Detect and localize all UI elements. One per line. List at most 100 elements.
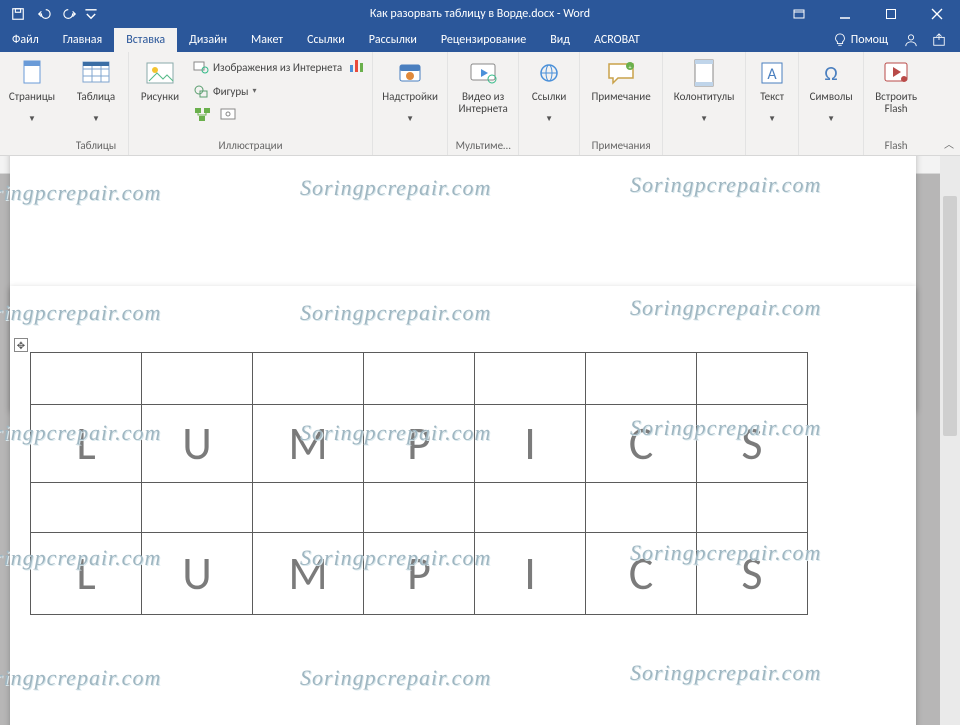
ribbon-tabs: Файл Главная Вставка Дизайн Макет Ссылки… bbox=[0, 28, 960, 52]
header-footer-button[interactable]: Колонтитулы ▼ bbox=[667, 54, 741, 122]
table-cell[interactable]: M bbox=[253, 533, 364, 615]
online-video-button[interactable]: Видео изИнтернета bbox=[452, 54, 514, 115]
chevron-down-icon: ▼ bbox=[768, 116, 776, 122]
table-cell[interactable]: I bbox=[475, 533, 586, 615]
online-pictures-icon bbox=[193, 59, 209, 75]
tab-insert[interactable]: Вставка bbox=[114, 28, 177, 52]
table-button[interactable]: Таблица ▼ bbox=[68, 54, 124, 122]
group-symbols: Ω Символы ▼ bbox=[799, 52, 864, 155]
group-pages: Страницы ▼ bbox=[0, 52, 64, 155]
tab-view[interactable]: Вид bbox=[538, 28, 582, 52]
svg-text:Ω: Ω bbox=[824, 62, 837, 86]
maximize-button[interactable] bbox=[868, 0, 914, 28]
smartart-icon bbox=[194, 107, 212, 123]
ribbon: Страницы ▼ Таблица ▼ Таблицы Рисунки bbox=[0, 52, 960, 156]
table-cell[interactable]: S bbox=[697, 405, 808, 483]
table-cell[interactable]: U bbox=[142, 405, 253, 483]
page-wrap[interactable]: ✥ L U M P I C S L U M P I bbox=[0, 156, 936, 725]
table-cell[interactable]: C bbox=[586, 533, 697, 615]
online-pictures-button[interactable]: Изображения из Интернета bbox=[189, 56, 346, 78]
screenshot-button[interactable] bbox=[217, 104, 241, 126]
text-button[interactable]: A Текст ▼ bbox=[750, 54, 794, 122]
pages-icon bbox=[18, 56, 46, 90]
shapes-button[interactable]: Фигуры ▾ bbox=[189, 80, 346, 102]
redo-button[interactable] bbox=[58, 3, 82, 25]
screenshot-icon bbox=[220, 107, 238, 123]
table-icon bbox=[81, 56, 111, 90]
group-illustrations: Рисунки Изображения из Интернета Фигуры … bbox=[129, 52, 373, 155]
document-table[interactable]: L U M P I C S L U M P I C S bbox=[30, 352, 808, 615]
tab-design[interactable]: Дизайн bbox=[177, 28, 239, 52]
table-cell[interactable]: L bbox=[31, 405, 142, 483]
smartart-button[interactable] bbox=[191, 104, 215, 126]
tab-file[interactable]: Файл bbox=[0, 28, 51, 52]
table-cell[interactable]: C bbox=[586, 405, 697, 483]
text-icon: A bbox=[759, 56, 785, 90]
group-links: Ссылки ▼ bbox=[519, 52, 580, 155]
table-row[interactable] bbox=[31, 353, 808, 405]
group-addins: Надстройки ▼ bbox=[373, 52, 448, 155]
comment-button[interactable]: + Примечание bbox=[584, 54, 658, 115]
document-area: ✥ L U M P I C S L U M P I bbox=[0, 156, 960, 725]
pages-button[interactable]: Страницы ▼ bbox=[4, 54, 60, 122]
save-button[interactable] bbox=[6, 3, 30, 25]
pictures-button[interactable]: Рисунки bbox=[133, 54, 187, 115]
group-media: Видео изИнтернета Мультиме… bbox=[448, 52, 519, 155]
table-row[interactable] bbox=[31, 483, 808, 533]
online-video-icon bbox=[468, 56, 498, 90]
collapse-ribbon-button[interactable]: ︿ bbox=[944, 136, 954, 151]
group-header-footer: Колонтитулы ▼ bbox=[663, 52, 746, 155]
minimize-button[interactable] bbox=[822, 0, 868, 28]
tab-layout[interactable]: Макет bbox=[239, 28, 295, 52]
group-flash: ВстроитьFlash Flash bbox=[864, 52, 928, 155]
qat-customize-button[interactable] bbox=[84, 3, 98, 25]
table-cell[interactable]: U bbox=[142, 533, 253, 615]
links-icon bbox=[535, 56, 563, 90]
table-cell[interactable]: P bbox=[364, 533, 475, 615]
flash-icon bbox=[882, 56, 910, 90]
symbols-button[interactable]: Ω Символы ▼ bbox=[803, 54, 859, 122]
chevron-down-icon: ▼ bbox=[406, 116, 414, 122]
table-cell[interactable]: M bbox=[253, 405, 364, 483]
links-button[interactable]: Ссылки ▼ bbox=[523, 54, 575, 122]
share-user-area bbox=[898, 28, 960, 52]
undo-button[interactable] bbox=[32, 3, 56, 25]
scrollbar-thumb[interactable] bbox=[943, 196, 957, 436]
vertical-scrollbar[interactable] bbox=[940, 156, 960, 725]
tab-acrobat[interactable]: ACROBAT bbox=[582, 28, 652, 52]
lightbulb-icon bbox=[833, 33, 847, 47]
tell-me-help[interactable]: Помощ bbox=[823, 28, 898, 52]
table-row[interactable]: L U M P I C S bbox=[31, 533, 808, 615]
chevron-down-icon: ▼ bbox=[700, 116, 708, 122]
window-controls bbox=[776, 0, 960, 28]
table-cell[interactable]: I bbox=[475, 405, 586, 483]
comment-icon: + bbox=[606, 56, 636, 90]
svg-text:A: A bbox=[767, 65, 777, 84]
close-button[interactable] bbox=[914, 0, 960, 28]
header-footer-icon bbox=[691, 56, 717, 90]
addins-button[interactable]: Надстройки ▼ bbox=[377, 54, 443, 122]
group-comments: + Примечание Примечания bbox=[580, 52, 663, 155]
tab-mailings[interactable]: Рассылки bbox=[357, 28, 429, 52]
user-icon[interactable] bbox=[904, 33, 918, 47]
table-cell[interactable]: L bbox=[31, 533, 142, 615]
table-cell[interactable]: S bbox=[697, 533, 808, 615]
tab-references[interactable]: Ссылки bbox=[295, 28, 357, 52]
quick-access-toolbar bbox=[0, 3, 98, 25]
chevron-down-icon: ▼ bbox=[827, 116, 835, 122]
tab-review[interactable]: Рецензирование bbox=[429, 28, 538, 52]
addins-icon bbox=[396, 56, 424, 90]
table-cell[interactable]: P bbox=[364, 405, 475, 483]
titlebar: Как разорвать таблицу в Bорде.docx - Wor… bbox=[0, 0, 960, 28]
pictures-icon bbox=[145, 56, 175, 90]
svg-text:+: + bbox=[629, 63, 632, 71]
table-row[interactable]: L U M P I C S bbox=[31, 405, 808, 483]
table-move-handle[interactable]: ✥ bbox=[14, 338, 28, 352]
shapes-icon bbox=[193, 83, 209, 99]
tab-home[interactable]: Главная bbox=[51, 28, 114, 52]
share-icon[interactable] bbox=[932, 33, 946, 47]
ribbon-display-options-button[interactable] bbox=[776, 0, 822, 28]
chevron-down-icon: ▼ bbox=[545, 116, 553, 122]
chart-button[interactable] bbox=[348, 56, 368, 78]
flash-button[interactable]: ВстроитьFlash bbox=[868, 54, 924, 115]
